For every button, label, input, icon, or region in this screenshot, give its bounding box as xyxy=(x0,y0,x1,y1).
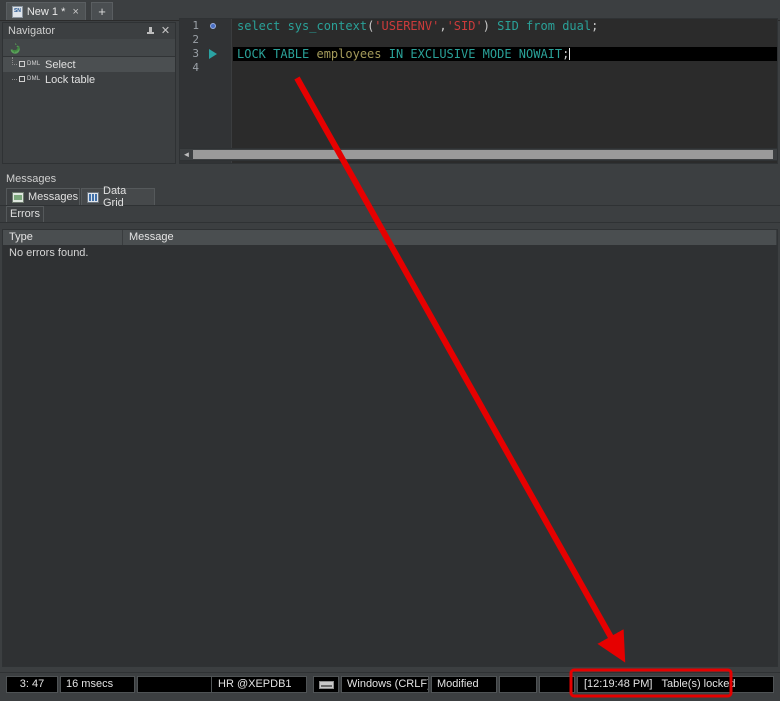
tab-messages[interactable]: Messages xyxy=(6,188,80,205)
code-token: ) xyxy=(482,19,498,33)
navigator-toolbar xyxy=(3,39,175,57)
line-number: 4 xyxy=(192,61,199,74)
status-line-ending: Windows (CRLF) xyxy=(341,676,429,693)
column-header-type[interactable]: Type xyxy=(3,230,123,245)
code-token: 'SID' xyxy=(446,19,483,33)
run-statement-arrow-icon[interactable] xyxy=(206,47,220,61)
tree-stub xyxy=(12,79,17,81)
dml-icon-label: DML xyxy=(27,61,41,67)
status-message: [12:19:48 PM] Table(s) locked xyxy=(577,676,774,693)
messages-icon xyxy=(12,191,24,203)
tab-label: New 1 * xyxy=(26,5,66,18)
code-token: from xyxy=(518,19,563,33)
code-line-1: select sys_context('USERENV','SID') SID … xyxy=(233,19,777,33)
status-bar: 3: 47 16 msecs HR @XEPDB1 Windows (CRLF)… xyxy=(0,672,780,701)
code-token: , xyxy=(439,19,447,33)
nav-item-lock-table[interactable]: DML Lock table xyxy=(3,72,175,87)
messages-subtab-bar: Errors xyxy=(0,206,780,223)
dml-icon-label: DML xyxy=(27,76,41,82)
nav-item-label: Lock table xyxy=(45,73,96,86)
editor-code-area[interactable]: select sys_context('USERENV','SID') SID … xyxy=(233,19,777,163)
keyboard-icon xyxy=(319,681,334,689)
errors-table: Type Message No errors found. xyxy=(2,229,778,667)
sql-editor[interactable]: 1 2 3 4 select sys_context('USERENV','SI… xyxy=(179,18,778,164)
status-message-text: Table(s) locked xyxy=(661,678,736,690)
status-insert-mode xyxy=(313,676,339,693)
code-token: dual xyxy=(562,19,592,33)
errors-table-body: No errors found. xyxy=(3,245,777,666)
code-token: ; xyxy=(591,19,599,33)
navigator-panel: Navigator ✕ DML Select DML Lock table xyxy=(2,22,176,164)
code-token: LOCK TABLE xyxy=(237,47,317,61)
errors-table-header: Type Message xyxy=(3,230,777,246)
dml-icon: DML xyxy=(19,60,41,69)
code-token: select xyxy=(237,19,288,33)
close-icon[interactable]: ✕ xyxy=(159,25,172,38)
navigator-tree: DML Select DML Lock table xyxy=(3,57,175,163)
tab-new-1[interactable]: New 1 * × xyxy=(6,2,86,20)
status-cursor-position: 3: 47 xyxy=(6,676,58,693)
gutter-line-3: 3 xyxy=(180,47,231,61)
subtab-errors[interactable]: Errors xyxy=(6,206,44,222)
navigator-header: Navigator ✕ xyxy=(3,23,175,40)
code-token: ; xyxy=(562,47,570,61)
line-number: 3 xyxy=(192,47,199,60)
status-elapsed-time: 16 msecs xyxy=(60,676,135,693)
nav-item-label: Select xyxy=(45,58,76,71)
breakpoint-dot-icon[interactable] xyxy=(206,19,220,33)
nav-item-select[interactable]: DML Select xyxy=(3,57,175,72)
messages-tab-bar: Messages Data Grid xyxy=(0,185,780,209)
editor-gutter: 1 2 3 4 xyxy=(180,19,232,163)
gutter-line-4: 4 xyxy=(180,61,231,75)
grid-icon xyxy=(87,191,99,203)
tree-stub xyxy=(12,64,17,66)
status-blank-3 xyxy=(539,676,575,693)
gutter-line-2: 2 xyxy=(180,33,231,47)
scroll-left-icon[interactable]: ◄ xyxy=(181,150,192,159)
scrollbar-thumb[interactable] xyxy=(193,150,773,159)
line-number: 2 xyxy=(192,33,199,46)
status-connection: HR @XEPDB1 xyxy=(211,676,307,693)
tab-data-grid[interactable]: Data Grid xyxy=(81,185,155,209)
code-line-3: LOCK TABLE employees IN EXCLUSIVE MODE N… xyxy=(233,47,777,61)
tab-close-icon[interactable]: × xyxy=(70,6,81,18)
line-number: 1 xyxy=(192,19,199,32)
navigator-title: Navigator xyxy=(8,25,56,37)
gutter-line-1: 1 xyxy=(180,19,231,33)
code-token: employees xyxy=(316,47,382,61)
editor-horizontal-scrollbar[interactable]: ◄ xyxy=(179,148,778,161)
dml-icon: DML xyxy=(19,75,41,84)
text-cursor xyxy=(569,48,571,60)
column-header-message[interactable]: Message xyxy=(123,230,777,245)
status-modified: Modified xyxy=(431,676,497,693)
code-token: 'USERENV' xyxy=(374,19,440,33)
sql-file-icon xyxy=(12,5,23,18)
no-errors-text: No errors found. xyxy=(9,247,89,259)
refresh-icon[interactable] xyxy=(9,42,21,54)
tab-label: Messages xyxy=(28,191,79,203)
pin-icon[interactable] xyxy=(144,25,157,38)
status-blank-2 xyxy=(499,676,537,693)
new-tab-button[interactable]: + xyxy=(91,2,113,20)
code-token: IN EXCLUSIVE MODE NOWAIT xyxy=(381,47,563,61)
code-token: SID xyxy=(497,19,519,33)
code-token: sys_context xyxy=(287,19,368,33)
status-message-time: [12:19:48 PM] xyxy=(584,678,653,690)
